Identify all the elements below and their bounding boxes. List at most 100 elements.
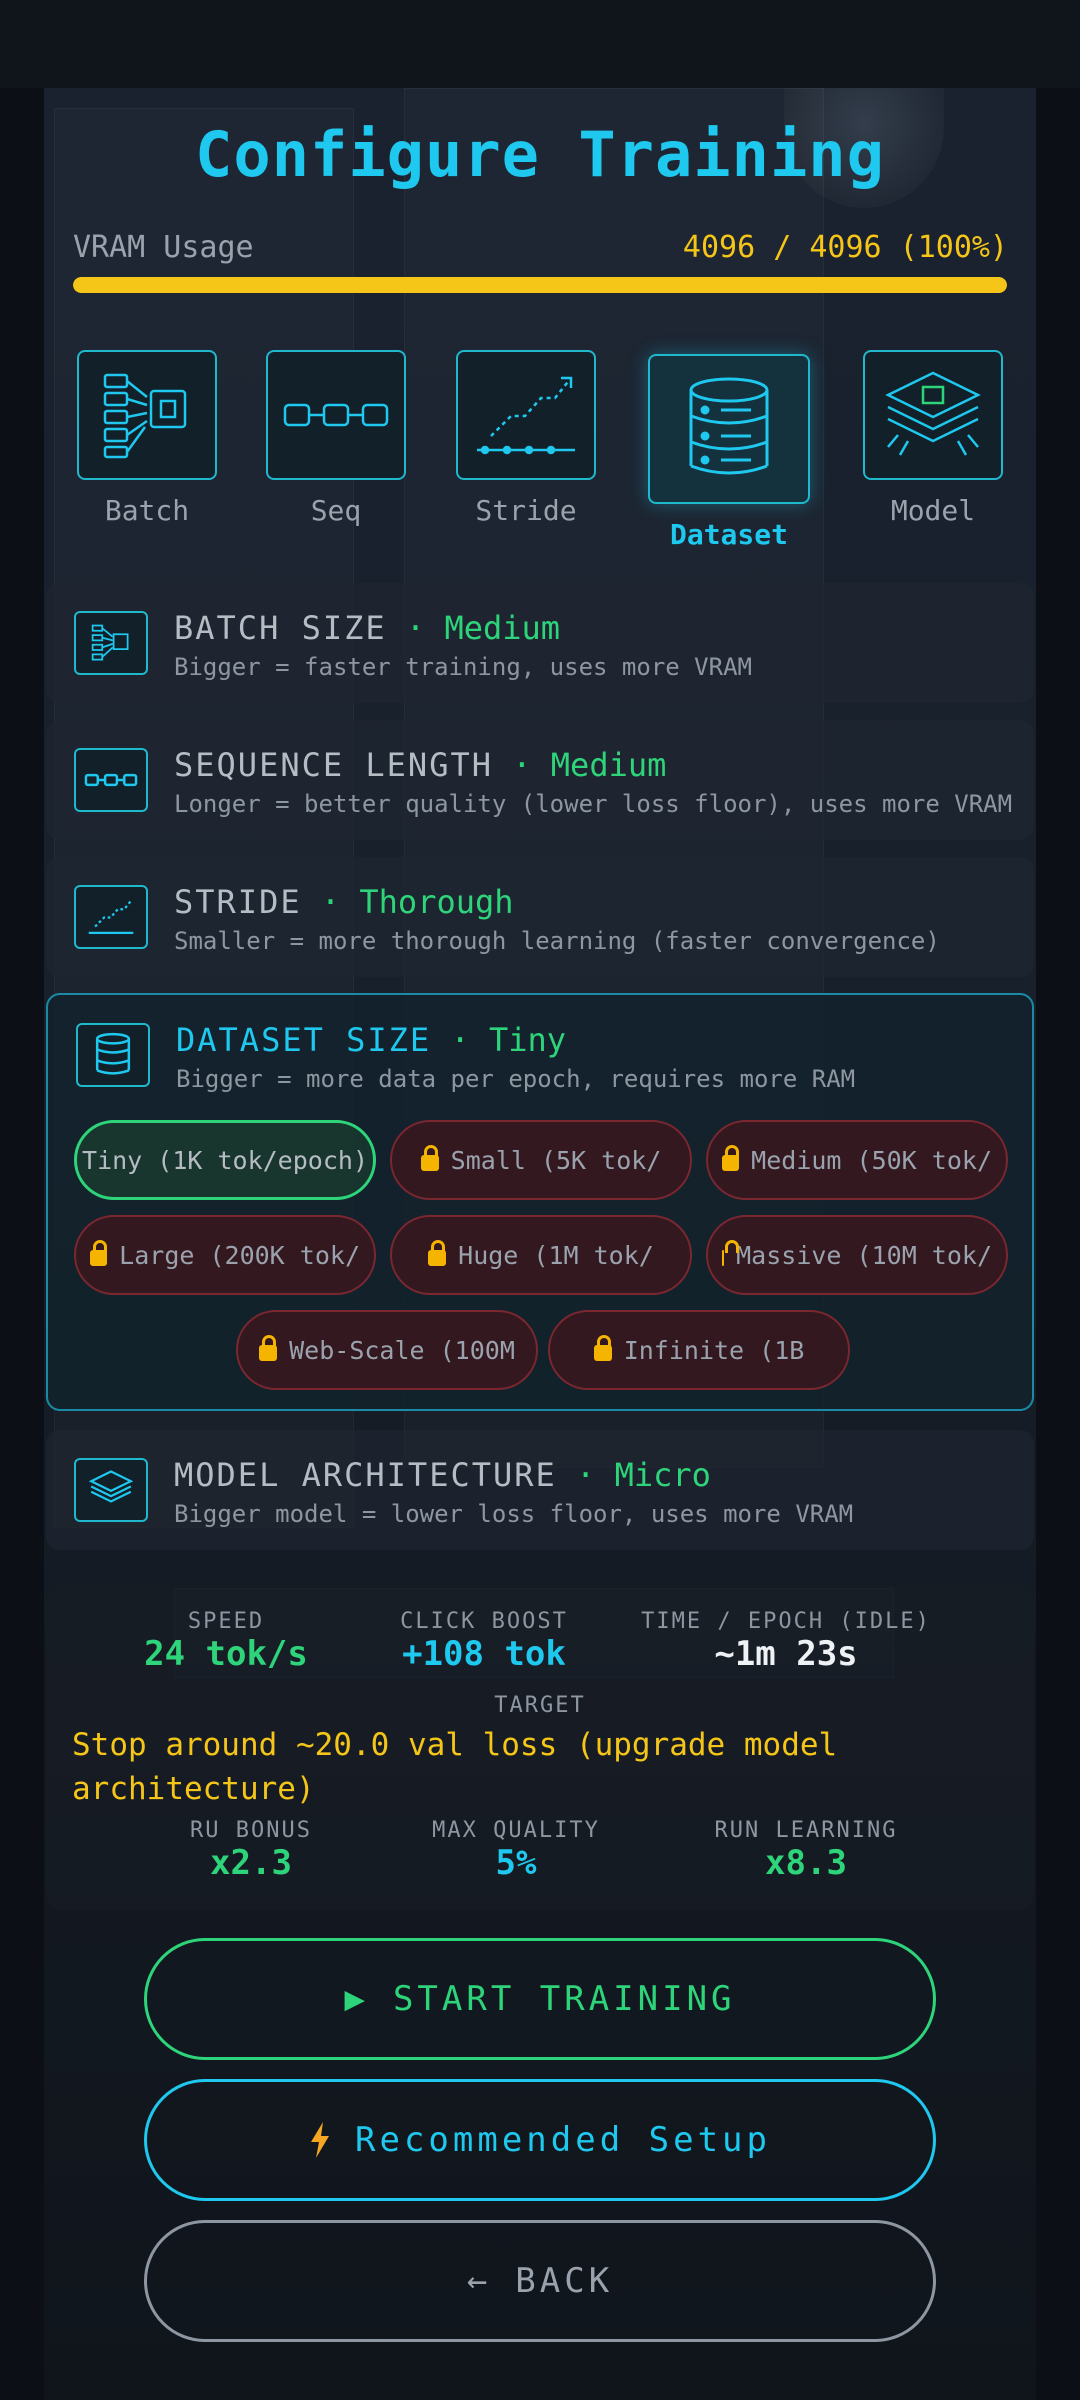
stat-value: ~1m 23s [714, 1634, 858, 1674]
tab-label: Stride [475, 494, 577, 527]
vram-value: 4096 / 4096 (100%) [682, 230, 1008, 265]
section-title: DATASET SIZE · Tiny [176, 1021, 566, 1059]
database-icon [648, 354, 810, 504]
dataset-option-huge[interactable]: Huge (1M tok/ [390, 1215, 692, 1295]
dataset-option-medium[interactable]: Medium (50K tok/ [706, 1120, 1008, 1200]
section-batch-size[interactable]: BATCH SIZE · Medium Bigger = faster trai… [46, 583, 1034, 703]
section-description: Longer = better quality (lower loss floo… [174, 790, 1013, 818]
stat-value: x8.3 [765, 1843, 847, 1883]
section-level: Thorough [359, 883, 514, 921]
stride-steps-icon [74, 885, 148, 949]
stat-click-boost: CLICK BOOST +108 tok [364, 1609, 604, 1674]
target-value: Stop around ~20.0 val loss (upgrade mode… [72, 1727, 838, 1807]
section-title: SEQUENCE LENGTH · Medium [174, 746, 666, 784]
stat-max-quality: MAX QUALITY 5% [396, 1818, 636, 1883]
option-label: Massive (10M tok/ [736, 1240, 992, 1270]
section-title: BATCH SIZE · Medium [174, 609, 560, 647]
lightning-icon [309, 2122, 331, 2158]
tab-stride[interactable]: Stride [456, 350, 596, 527]
button-label: Recommended Setup [355, 2120, 771, 2160]
vram-label: VRAM Usage [73, 230, 254, 265]
option-label: Large (200K tok/ [119, 1240, 360, 1270]
stat-label: RU BONUS [190, 1818, 312, 1843]
section-model-architecture[interactable]: MODEL ARCHITECTURE · Micro Bigger model … [46, 1430, 1034, 1550]
dataset-option-tiny[interactable]: Tiny (1K tok/epoch) [74, 1120, 376, 1200]
section-title: MODEL ARCHITECTURE · Micro [174, 1456, 711, 1494]
stat-time-per-epoch: TIME / EPOCH (IDLE) ~1m 23s [626, 1609, 946, 1674]
training-stats-panel: SPEED 24 tok/s CLICK BOOST +108 tok TIME… [46, 1585, 1034, 1910]
stat-value: 5% [495, 1843, 537, 1883]
batch-chip-icon [77, 350, 217, 480]
stride-steps-icon [456, 350, 596, 480]
section-description: Bigger = faster training, uses more VRAM [174, 653, 752, 681]
tab-label: Dataset [669, 518, 788, 551]
vram-progress-fill [73, 277, 1007, 293]
section-level: Medium [550, 746, 667, 784]
dataset-option-web-scale[interactable]: Web-Scale (100M [236, 1310, 538, 1390]
stat-value: 24 tok/s [144, 1634, 308, 1674]
tab-dataset[interactable]: Dataset [648, 354, 810, 551]
lock-icon [428, 1240, 447, 1266]
model-layers-icon [74, 1458, 148, 1522]
lock-icon [722, 1145, 740, 1171]
stat-label: SPEED [187, 1609, 265, 1634]
option-label: Infinite (1B [623, 1335, 805, 1365]
play-icon: ▶ [344, 1979, 369, 2019]
section-title-text: SEQUENCE LENGTH [174, 746, 493, 784]
section-level-sep: · [556, 1456, 615, 1494]
section-description: Bigger = more data per epoch, requires m… [176, 1065, 856, 1093]
start-training-button[interactable]: ▶ START TRAINING [144, 1938, 936, 2060]
lock-icon [420, 1145, 439, 1171]
back-arrow-icon: ← [466, 2261, 492, 2301]
button-label: BACK [515, 2261, 614, 2301]
batch-chip-icon [74, 611, 148, 675]
section-title-text: BATCH SIZE [174, 609, 387, 647]
tab-label: Seq [310, 494, 362, 527]
stat-label: RUN LEARNING [714, 1818, 898, 1843]
database-icon [76, 1023, 150, 1087]
dataset-option-large[interactable]: Large (200K tok/ [74, 1215, 376, 1295]
section-level-sep: · [492, 746, 551, 784]
option-label: Small (5K tok/ [450, 1145, 662, 1175]
section-description: Bigger model = lower loss floor, uses mo… [174, 1500, 854, 1528]
section-description: Smaller = more thorough learning (faster… [174, 927, 940, 955]
lock-icon [593, 1335, 612, 1361]
section-title-text: DATASET SIZE [176, 1021, 432, 1059]
tab-label: Model [890, 494, 976, 527]
option-label: Web-Scale (100M [289, 1335, 515, 1365]
tab-batch[interactable]: Batch [77, 350, 217, 527]
section-sequence-length[interactable]: SEQUENCE LENGTH · Medium Longer = better… [46, 720, 1034, 840]
sequence-chain-icon [266, 350, 406, 480]
section-title-text: STRIDE [174, 883, 302, 921]
section-title: STRIDE · Thorough [174, 883, 514, 921]
tab-label: Batch [104, 494, 190, 527]
back-button[interactable]: ← BACK [144, 2220, 936, 2342]
option-label: Huge (1M tok/ [458, 1240, 654, 1270]
stat-label: TIME / EPOCH (IDLE) [641, 1609, 931, 1634]
tab-seq[interactable]: Seq [266, 350, 406, 527]
stat-ru-bonus: RU BONUS x2.3 [146, 1818, 356, 1883]
top-status-bar [0, 0, 1080, 88]
stat-label: CLICK BOOST [400, 1609, 568, 1634]
section-level: Medium [444, 609, 561, 647]
section-level-sep: · [386, 609, 445, 647]
dataset-option-massive[interactable]: Massive (10M tok/ [706, 1215, 1008, 1295]
section-level-sep: · [301, 883, 360, 921]
section-stride[interactable]: STRIDE · Thorough Smaller = more thoroug… [46, 857, 1034, 977]
section-dataset-size[interactable]: DATASET SIZE · Tiny Bigger = more data p… [46, 993, 1034, 1411]
dataset-option-infinite[interactable]: Infinite (1B [548, 1310, 850, 1390]
recommended-setup-button[interactable]: Recommended Setup [144, 2079, 936, 2201]
button-label: START TRAINING [392, 1979, 736, 2019]
section-level: Tiny [488, 1021, 567, 1059]
option-label: Medium (50K tok/ [751, 1145, 992, 1175]
dataset-option-small[interactable]: Small (5K tok/ [390, 1120, 692, 1200]
stat-run-learning: RUN LEARNING x8.3 [686, 1818, 926, 1883]
tab-model[interactable]: Model [863, 350, 1003, 527]
sequence-chain-icon [74, 748, 148, 812]
vram-progress-bar [73, 277, 1007, 293]
section-level-sep: · [431, 1021, 489, 1059]
stat-value: x2.3 [210, 1843, 292, 1883]
stat-value: +108 tok [402, 1634, 566, 1674]
model-layers-icon [863, 350, 1003, 480]
lock-icon [90, 1240, 108, 1266]
